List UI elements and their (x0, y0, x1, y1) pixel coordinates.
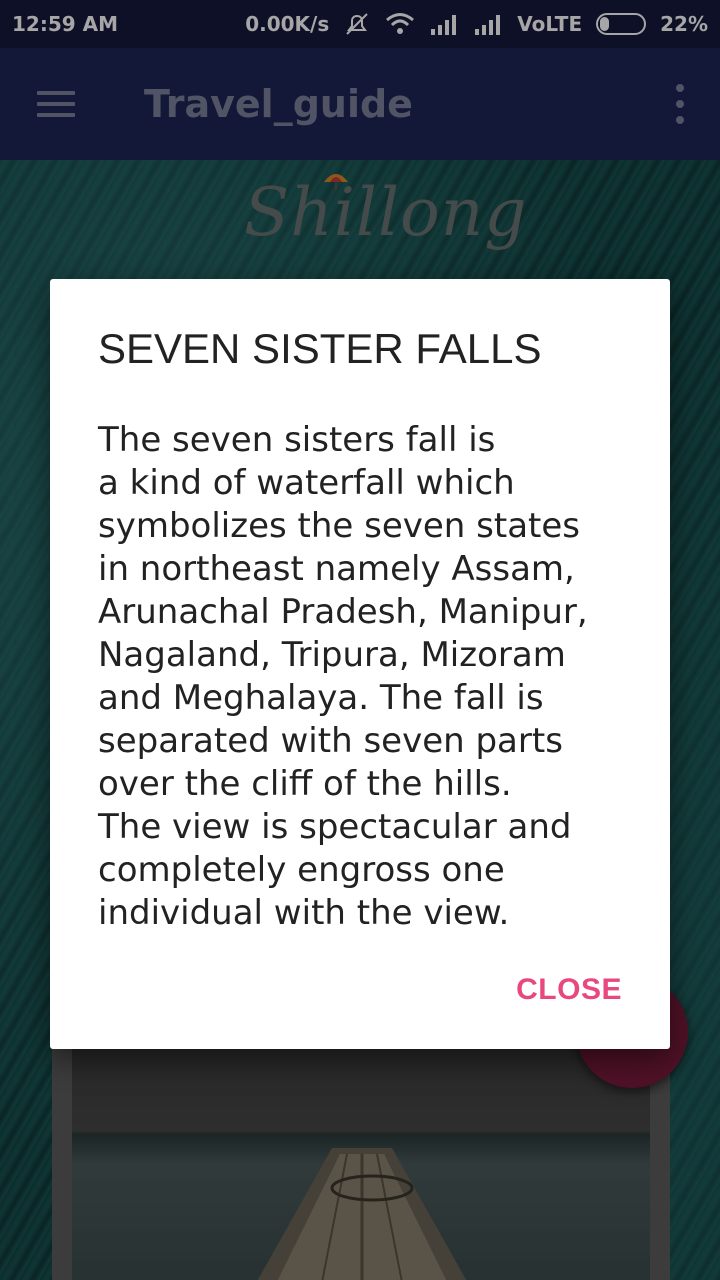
close-button[interactable]: CLOSE (516, 973, 622, 1007)
dialog-title: SEVEN SISTER FALLS (98, 325, 542, 372)
info-dialog: SEVEN SISTER FALLS The seven sisters fal… (50, 279, 670, 1049)
dialog-body: The seven sisters fall is a kind of wate… (98, 420, 588, 933)
